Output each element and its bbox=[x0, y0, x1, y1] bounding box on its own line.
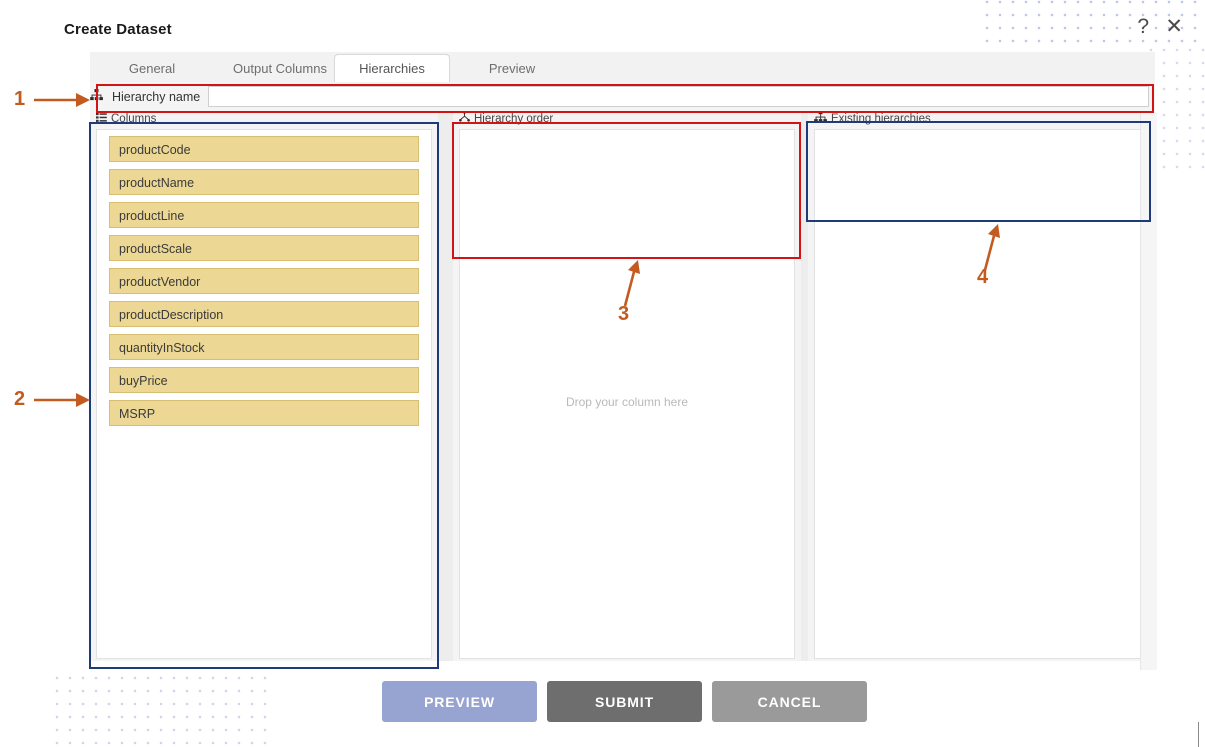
vertical-scrollbar[interactable] bbox=[1140, 112, 1157, 670]
tab-hierarchies[interactable]: Hierarchies bbox=[334, 54, 450, 83]
tab-output-columns[interactable]: Output Columns bbox=[210, 55, 350, 82]
column-chip[interactable]: productName bbox=[109, 169, 419, 195]
panels-container: Columns productCode productName productLin… bbox=[90, 110, 1155, 661]
sitemap-icon bbox=[90, 88, 103, 106]
existing-hierarchies-panel-title: Existing hierarchies bbox=[831, 113, 931, 125]
columns-panel: Columns productCode productName productLin… bbox=[90, 111, 438, 661]
dialog-footer: PREVIEW SUBMIT CANCEL bbox=[0, 681, 1205, 726]
hierarchy-name-row: Hierarchy name bbox=[90, 82, 1155, 111]
list-grid-icon bbox=[96, 111, 107, 128]
decorative-dot-pattern-right bbox=[1149, 48, 1205, 176]
hierarchy-name-label: Hierarchy name bbox=[112, 89, 201, 104]
submit-button[interactable]: SUBMIT bbox=[547, 681, 702, 722]
hierarchy-order-panel-title: Hierarchy order bbox=[474, 113, 554, 125]
column-chip[interactable]: quantityInStock bbox=[109, 334, 419, 360]
cancel-button[interactable]: CANCEL bbox=[712, 681, 867, 722]
column-chip[interactable]: productDescription bbox=[109, 301, 419, 327]
window-edge-artifact bbox=[1198, 722, 1199, 747]
column-chip[interactable]: productVendor bbox=[109, 268, 419, 294]
close-icon[interactable]: ✕ bbox=[1165, 16, 1183, 37]
columns-list: productCode productName productLine product… bbox=[96, 129, 432, 659]
hierarchy-order-dropzone[interactable]: Drop your column here bbox=[459, 129, 795, 659]
annotation-arrow-2 bbox=[34, 393, 90, 407]
hierarchy-name-input[interactable] bbox=[208, 86, 1149, 107]
column-chip[interactable]: MSRP bbox=[109, 400, 419, 426]
column-chip[interactable]: buyPrice bbox=[109, 367, 419, 393]
sitemap-icon bbox=[814, 110, 827, 129]
tab-general[interactable]: General bbox=[102, 55, 202, 82]
hierarchy-order-panel: Hierarchy order Drop your column here bbox=[453, 111, 801, 661]
annotation-arrow-1 bbox=[34, 93, 90, 107]
tab-preview[interactable]: Preview bbox=[462, 55, 562, 82]
drop-hint-text: Drop your column here bbox=[565, 395, 689, 409]
hierarchy-order-panel-header: Hierarchy order bbox=[453, 111, 801, 128]
column-chip[interactable]: productScale bbox=[109, 235, 419, 261]
help-icon[interactable]: ? bbox=[1137, 16, 1149, 37]
page-title: Create Dataset bbox=[64, 21, 172, 38]
create-dataset-dialog: General Output Columns Hierarchies Previ… bbox=[90, 52, 1155, 672]
columns-panel-header: Columns bbox=[90, 111, 438, 128]
existing-hierarchies-panel-header: Existing hierarchies bbox=[808, 110, 1155, 129]
columns-panel-title: Columns bbox=[111, 113, 157, 125]
hierarchy-icon bbox=[459, 111, 470, 128]
existing-hierarchies-panel: Existing hierarchies bbox=[808, 110, 1155, 661]
column-chip[interactable]: productLine bbox=[109, 202, 419, 228]
annotation-number-2: 2 bbox=[14, 388, 26, 410]
tab-bar: General Output Columns Hierarchies Previ… bbox=[90, 52, 1155, 83]
existing-hierarchies-list bbox=[814, 129, 1149, 659]
annotation-number-1: 1 bbox=[14, 88, 26, 110]
column-chip[interactable]: productCode bbox=[109, 136, 419, 162]
preview-button[interactable]: PREVIEW bbox=[382, 681, 537, 722]
